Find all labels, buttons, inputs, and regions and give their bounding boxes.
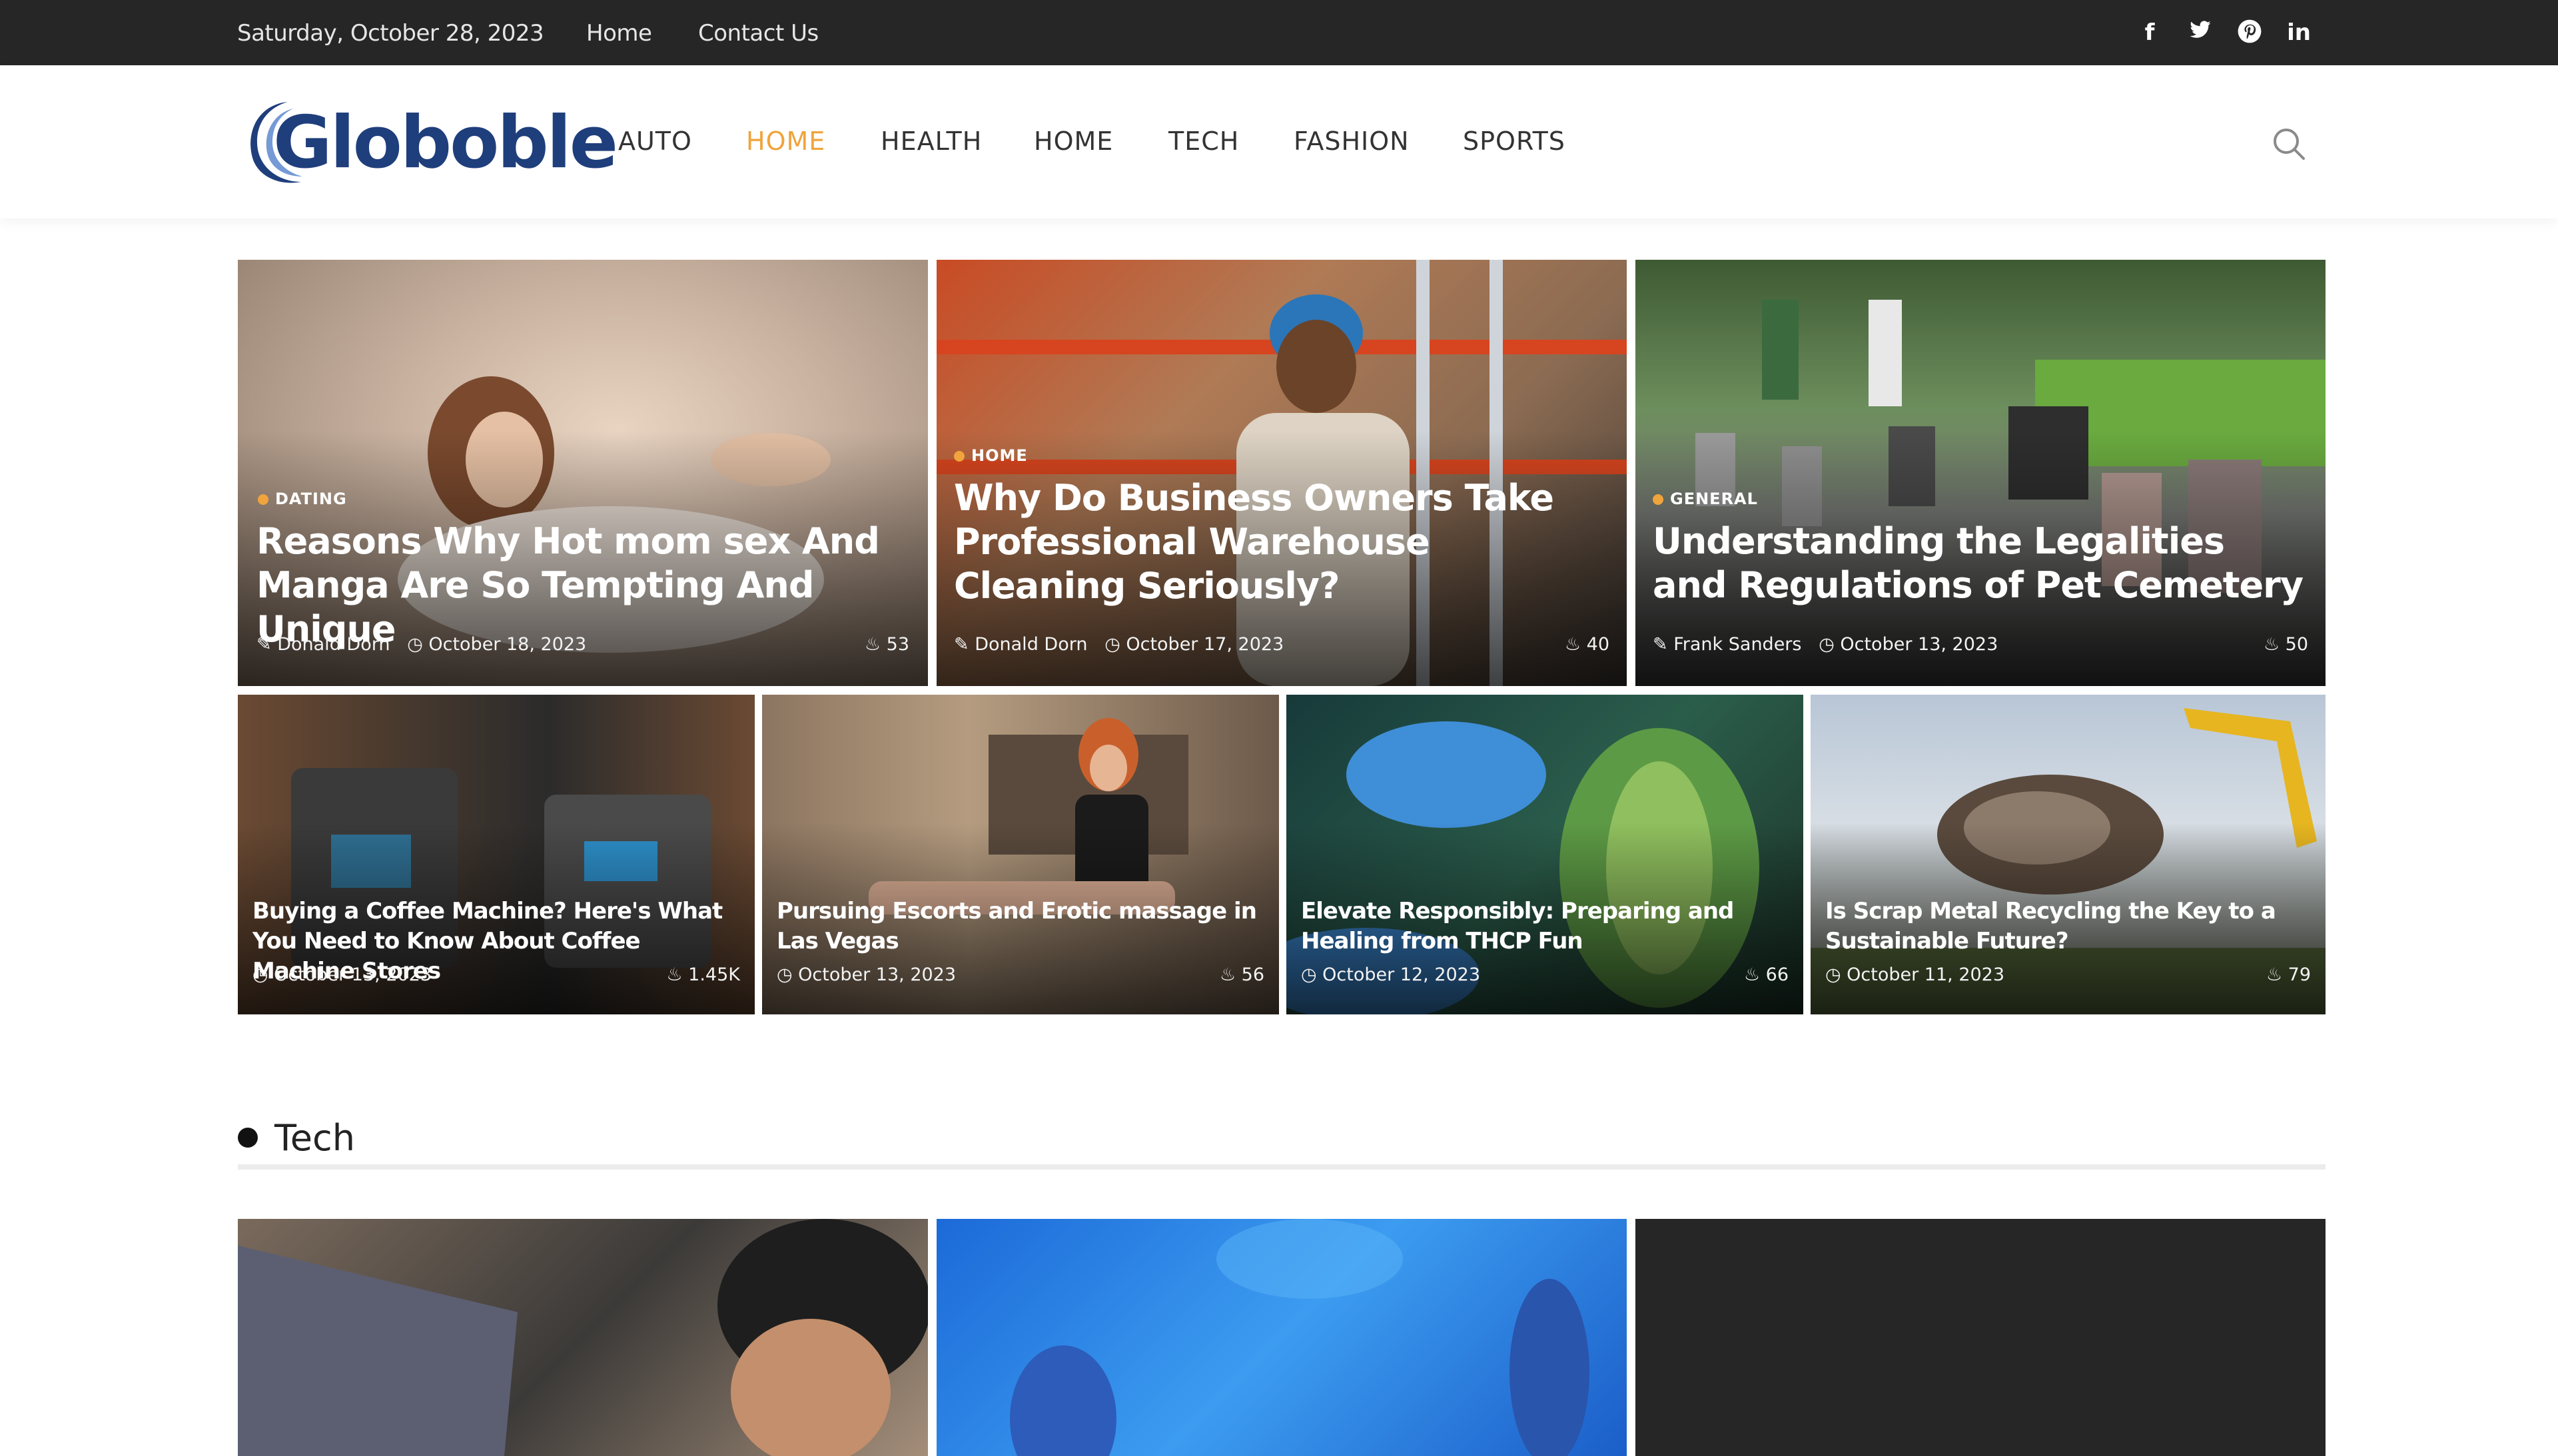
category-badge[interactable]: GENERAL [1653,490,1758,508]
view-count: ♨ 50 [2263,634,2308,655]
post-date: October 13, 2023 [274,964,432,985]
post-meta: ◷ October 13, 2023 [777,964,957,985]
nav-auto[interactable]: AUTO [618,127,692,156]
view-count: ♨ 53 [864,634,909,655]
post-meta: ◷ October 13, 2023 [252,964,432,985]
post-title[interactable]: Elevate Responsibly: Preparing and Heali… [1301,897,1794,956]
post-title[interactable]: Pursuing Escorts and Erotic massage in L… [777,897,1270,956]
post-date: October 13, 2023 [798,964,957,985]
search-icon[interactable] [2270,125,2308,163]
nav-tech[interactable]: TECH [1168,127,1239,156]
top-link-home[interactable]: Home [586,20,652,47]
category-badge[interactable]: HOME [954,446,1028,465]
view-count: ♨ 56 [1219,964,1264,985]
tech-post-card[interactable] [238,1219,928,1456]
category-badge[interactable]: DATING [258,490,347,508]
section-title: Tech [274,1117,355,1159]
featured-post-card[interactable]: HOME Why Do Business Owners Take Profess… [937,260,1627,686]
post-meta: ◷ October 11, 2023 [1825,964,2005,985]
man-phone-photo-image [238,1219,928,1456]
pinterest-icon[interactable] [2236,19,2264,47]
category-label: GENERAL [1670,490,1758,508]
view-count-value: 53 [886,634,909,655]
nav-home-active[interactable]: HOME [746,127,825,156]
post-author[interactable]: Frank Sanders [1673,634,1801,655]
post-meta: ◷ October 12, 2023 [1301,964,1481,985]
post-date: October 13, 2023 [1840,634,1998,655]
featured-post-card[interactable]: GENERAL Understanding the Legalities and… [1635,260,2326,686]
tech-post-card[interactable] [937,1219,1627,1456]
secondary-post-card[interactable]: Elevate Responsibly: Preparing and Heali… [1286,695,1803,1014]
post-date: October 17, 2023 [1126,634,1284,655]
post-date: October 18, 2023 [428,634,587,655]
view-count: ♨ 66 [1743,964,1789,985]
nav-sports[interactable]: SPORTS [1463,127,1565,156]
view-count-value: 66 [1765,964,1789,985]
post-author[interactable]: Donald Dorn [277,634,390,655]
linkedin-icon[interactable]: in [2285,19,2313,47]
tech-post-card[interactable] [1635,1219,2326,1456]
post-title[interactable]: Reasons Why Hot mom sex And Manga Are So… [256,520,916,651]
post-title[interactable]: Why Do Business Owners Take Professional… [954,476,1607,608]
facebook-icon[interactable]: f [2136,19,2164,47]
top-link-contact[interactable]: Contact Us [698,20,819,47]
category-dot-icon [954,451,965,462]
site-logo[interactable]: Globoble [273,100,618,186]
post-meta: ✎ Donald Dorn ◷ October 17, 2023 [954,634,1284,655]
section-bullet-icon [238,1128,258,1148]
post-meta: ✎ Frank Sanders ◷ October 13, 2023 [1653,634,1998,655]
gloved-hands-photo-image [1010,1219,1589,1456]
post-meta: ✎ Donald Dorn ◷ October 18, 2023 [256,634,587,655]
section-divider [238,1164,2326,1170]
post-author[interactable]: Donald Dorn [975,634,1087,655]
view-count-value: 50 [2285,634,2308,655]
secondary-post-card[interactable]: Pursuing Escorts and Erotic massage in L… [762,695,1279,1014]
nav-home[interactable]: HOME [1034,127,1113,156]
twitter-icon[interactable] [2186,19,2214,47]
view-count: ♨ 1.45K [666,964,740,985]
post-date: October 12, 2023 [1322,964,1481,985]
view-count-value: 1.45K [688,964,740,985]
category-dot-icon [1653,494,1663,505]
category-label: HOME [971,446,1028,465]
current-date: Saturday, October 28, 2023 [237,20,544,47]
view-count-value: 79 [2288,964,2311,985]
secondary-post-card[interactable]: Buying a Coffee Machine? Here's What You… [238,695,755,1014]
post-title[interactable]: Is Scrap Metal Recycling the Key to a Su… [1825,897,2312,956]
view-count: ♨ 79 [2266,964,2311,985]
category-label: DATING [275,490,347,508]
view-count: ♨ 40 [1564,634,1609,655]
view-count-value: 40 [1586,634,1609,655]
category-dot-icon [258,494,268,505]
secondary-post-card[interactable]: Is Scrap Metal Recycling the Key to a Su… [1811,695,2326,1014]
top-bar: Saturday, October 28, 2023 Home Contact … [0,0,2558,65]
nav-health[interactable]: HEALTH [881,127,982,156]
post-title[interactable]: Understanding the Legalities and Regulat… [1653,520,2306,607]
featured-post-card[interactable]: DATING Reasons Why Hot mom sex And Manga… [238,260,928,686]
view-count-value: 56 [1241,964,1264,985]
post-date: October 11, 2023 [1847,964,2005,985]
nav-fashion[interactable]: FASHION [1294,127,1410,156]
